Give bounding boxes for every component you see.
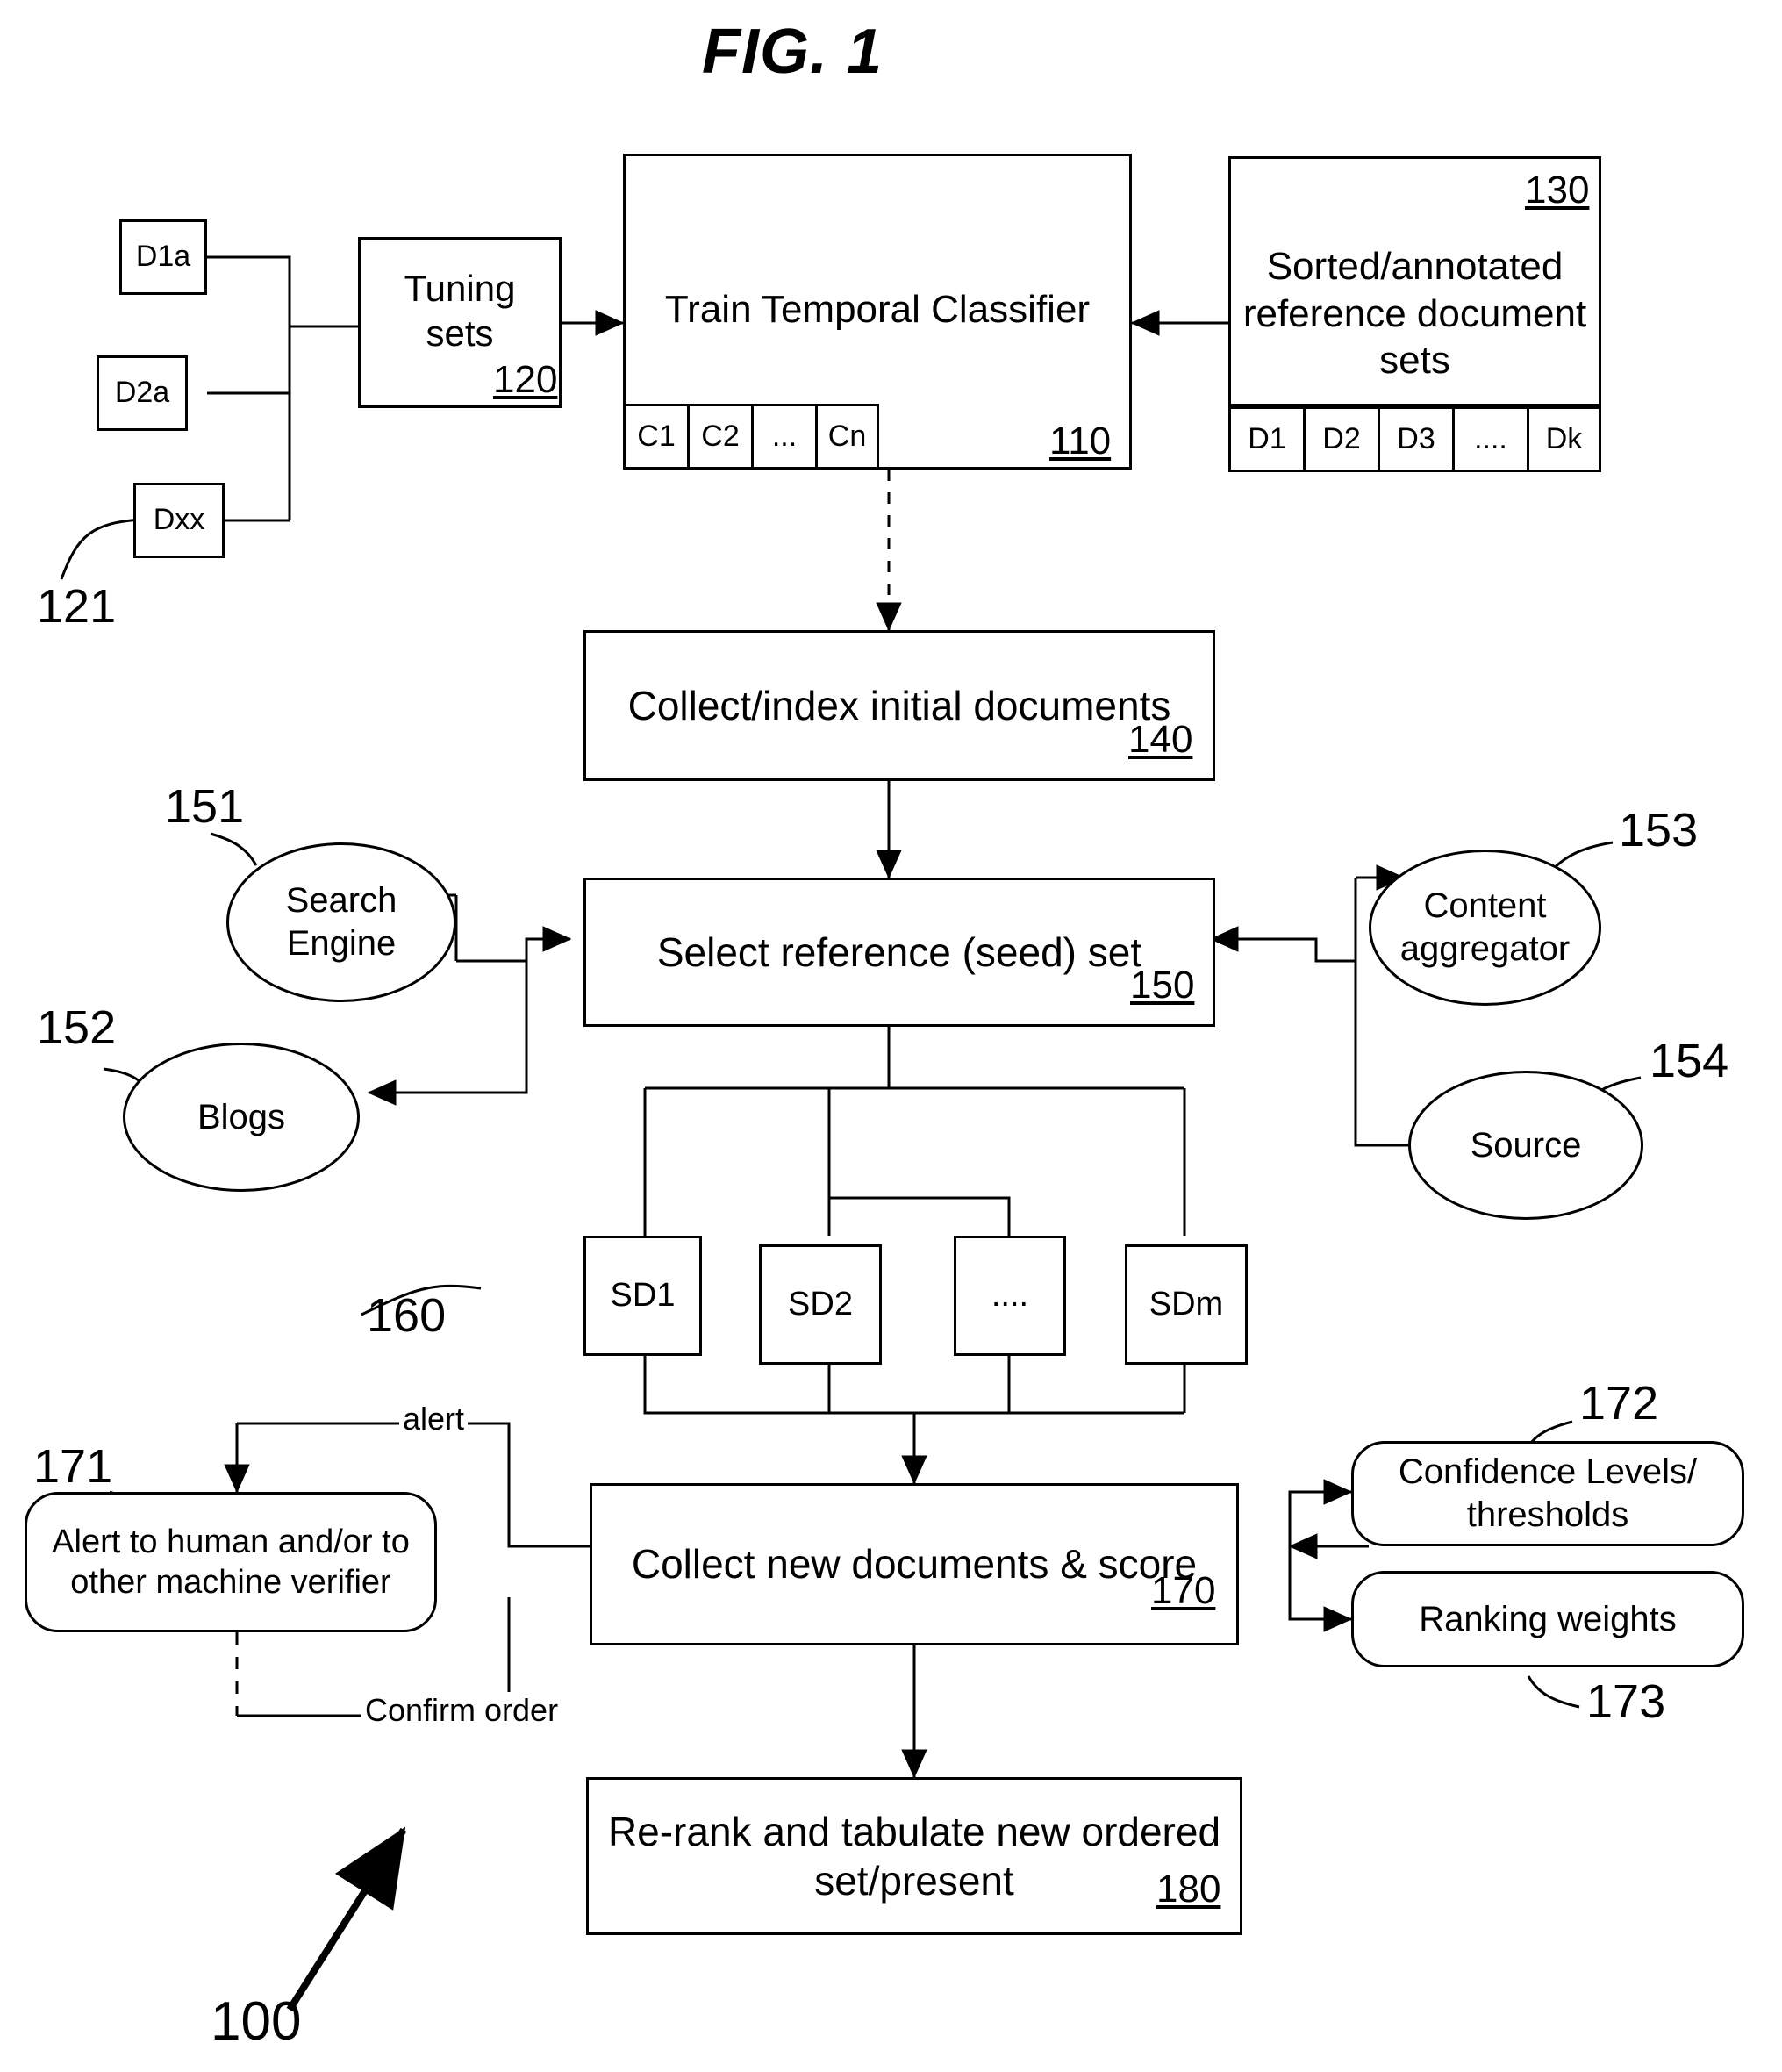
tuning-input-d2a: D2a <box>97 355 188 431</box>
tuning-input-d1a-label: D1a <box>135 240 191 274</box>
ref-173: 173 <box>1586 1675 1666 1728</box>
classifier-cell-strip: C1 C2 ... Cn <box>623 404 879 470</box>
alert-box-label: Alert to human and/or to other machine v… <box>52 1523 410 1601</box>
train-classifier-label: Train Temporal Classifier <box>664 288 1091 331</box>
classifier-cell-label: ... <box>771 419 798 453</box>
reference-cell: D2 <box>1303 406 1378 472</box>
ref-152: 152 <box>37 1001 117 1054</box>
classifier-cell: Cn <box>815 404 879 470</box>
seed-doc-ellipsis-label: .... <box>991 1277 1029 1315</box>
seed-doc-ellipsis: .... <box>954 1236 1066 1356</box>
tuning-input-d2a-label: D2a <box>114 376 170 410</box>
ref-180: 180 <box>1156 1868 1221 1911</box>
ref-130: 130 <box>1525 168 1590 212</box>
reference-cell: Dk <box>1527 406 1601 472</box>
collect-index-box: Collect/index initial documents <box>583 630 1215 781</box>
reference-cell: .... <box>1452 406 1527 472</box>
ref-153: 153 <box>1619 804 1699 857</box>
ref-170: 170 <box>1151 1569 1216 1612</box>
rerank-box-label: Re-rank and tabulate new ordered set/pre… <box>607 1808 1221 1904</box>
seed-doc-sd2-label: SD2 <box>788 1286 853 1323</box>
seed-doc-sd2: SD2 <box>759 1244 882 1365</box>
collect-score-box: Collect new documents & score <box>590 1483 1239 1645</box>
source-oval-blogs-label: Blogs <box>197 1097 286 1136</box>
source-oval-source: Source <box>1408 1071 1643 1220</box>
select-seed-label: Select reference (seed) set <box>656 928 1142 975</box>
collect-index-label: Collect/index initial documents <box>627 682 1171 728</box>
ref-151: 151 <box>165 780 245 833</box>
reference-cell-strip: D1 D2 D3 .... Dk <box>1228 406 1601 472</box>
classifier-cell-label: C1 <box>637 419 676 453</box>
ref-120: 120 <box>493 358 558 401</box>
classifier-cell-label: Cn <box>827 419 867 453</box>
ref-154: 154 <box>1650 1035 1729 1087</box>
seed-doc-sd1: SD1 <box>583 1236 702 1356</box>
reference-cell-label: .... <box>1474 422 1507 455</box>
source-oval-search-engine: Search Engine <box>226 842 456 1002</box>
figure-title: FIG. 1 <box>702 17 884 87</box>
reference-cell-label: D2 <box>1322 422 1361 455</box>
ranking-weights-label: Ranking weights <box>1419 1599 1677 1638</box>
confidence-levels-label: Confidence Levels/ thresholds <box>1398 1452 1698 1534</box>
ref-121: 121 <box>37 580 117 633</box>
reference-cell: D3 <box>1378 406 1452 472</box>
select-seed-box: Select reference (seed) set <box>583 878 1215 1027</box>
tuning-input-d1a: D1a <box>119 219 207 295</box>
reference-cell-label: D3 <box>1397 422 1435 455</box>
classifier-cell: ... <box>751 404 815 470</box>
seed-doc-sdm-label: SDm <box>1149 1286 1224 1323</box>
collect-score-label: Collect new documents & score <box>631 1541 1198 1588</box>
tuning-input-dxx: Dxx <box>133 483 225 558</box>
ref-110: 110 <box>1049 419 1112 462</box>
ref-140: 140 <box>1128 718 1193 761</box>
reference-cell-label: Dk <box>1545 422 1583 455</box>
patent-figure: FIG. 1 D1a D2a Dxx 121 Tuning sets 120 T… <box>0 0 1782 2072</box>
edge-label-alert: alert <box>399 1401 469 1437</box>
ranking-weights-box: Ranking weights <box>1351 1571 1744 1667</box>
classifier-cell: C2 <box>687 404 751 470</box>
ref-160: 160 <box>367 1289 447 1342</box>
ref-172: 172 <box>1579 1377 1659 1430</box>
source-oval-search-engine-label: Search Engine <box>285 881 397 963</box>
source-oval-content-aggregator: Content aggregator <box>1369 850 1601 1006</box>
confidence-levels-box: Confidence Levels/ thresholds <box>1351 1441 1744 1546</box>
reference-sets-label: Sorted/annotated reference document sets <box>1242 245 1587 383</box>
tuning-input-dxx-label: Dxx <box>153 503 205 537</box>
classifier-cell: C1 <box>623 404 687 470</box>
reference-cell-label: D1 <box>1248 422 1286 455</box>
edge-label-confirm-order: Confirm order <box>361 1692 562 1729</box>
classifier-cell-label: C2 <box>701 419 740 453</box>
rerank-box: Re-rank and tabulate new ordered set/pre… <box>586 1777 1242 1935</box>
tuning-sets-label: Tuning sets <box>404 268 516 355</box>
reference-cell: D1 <box>1228 406 1303 472</box>
seed-doc-sdm: SDm <box>1125 1244 1248 1365</box>
ref-100: 100 <box>211 1991 302 2052</box>
source-oval-source-label: Source <box>1470 1125 1582 1165</box>
alert-box: Alert to human and/or to other machine v… <box>25 1492 437 1632</box>
ref-171: 171 <box>33 1440 113 1493</box>
seed-doc-sd1-label: SD1 <box>610 1277 676 1315</box>
source-oval-blogs: Blogs <box>123 1043 360 1192</box>
source-oval-content-aggregator-label: Content aggregator <box>1399 886 1571 968</box>
ref-150: 150 <box>1130 964 1195 1007</box>
